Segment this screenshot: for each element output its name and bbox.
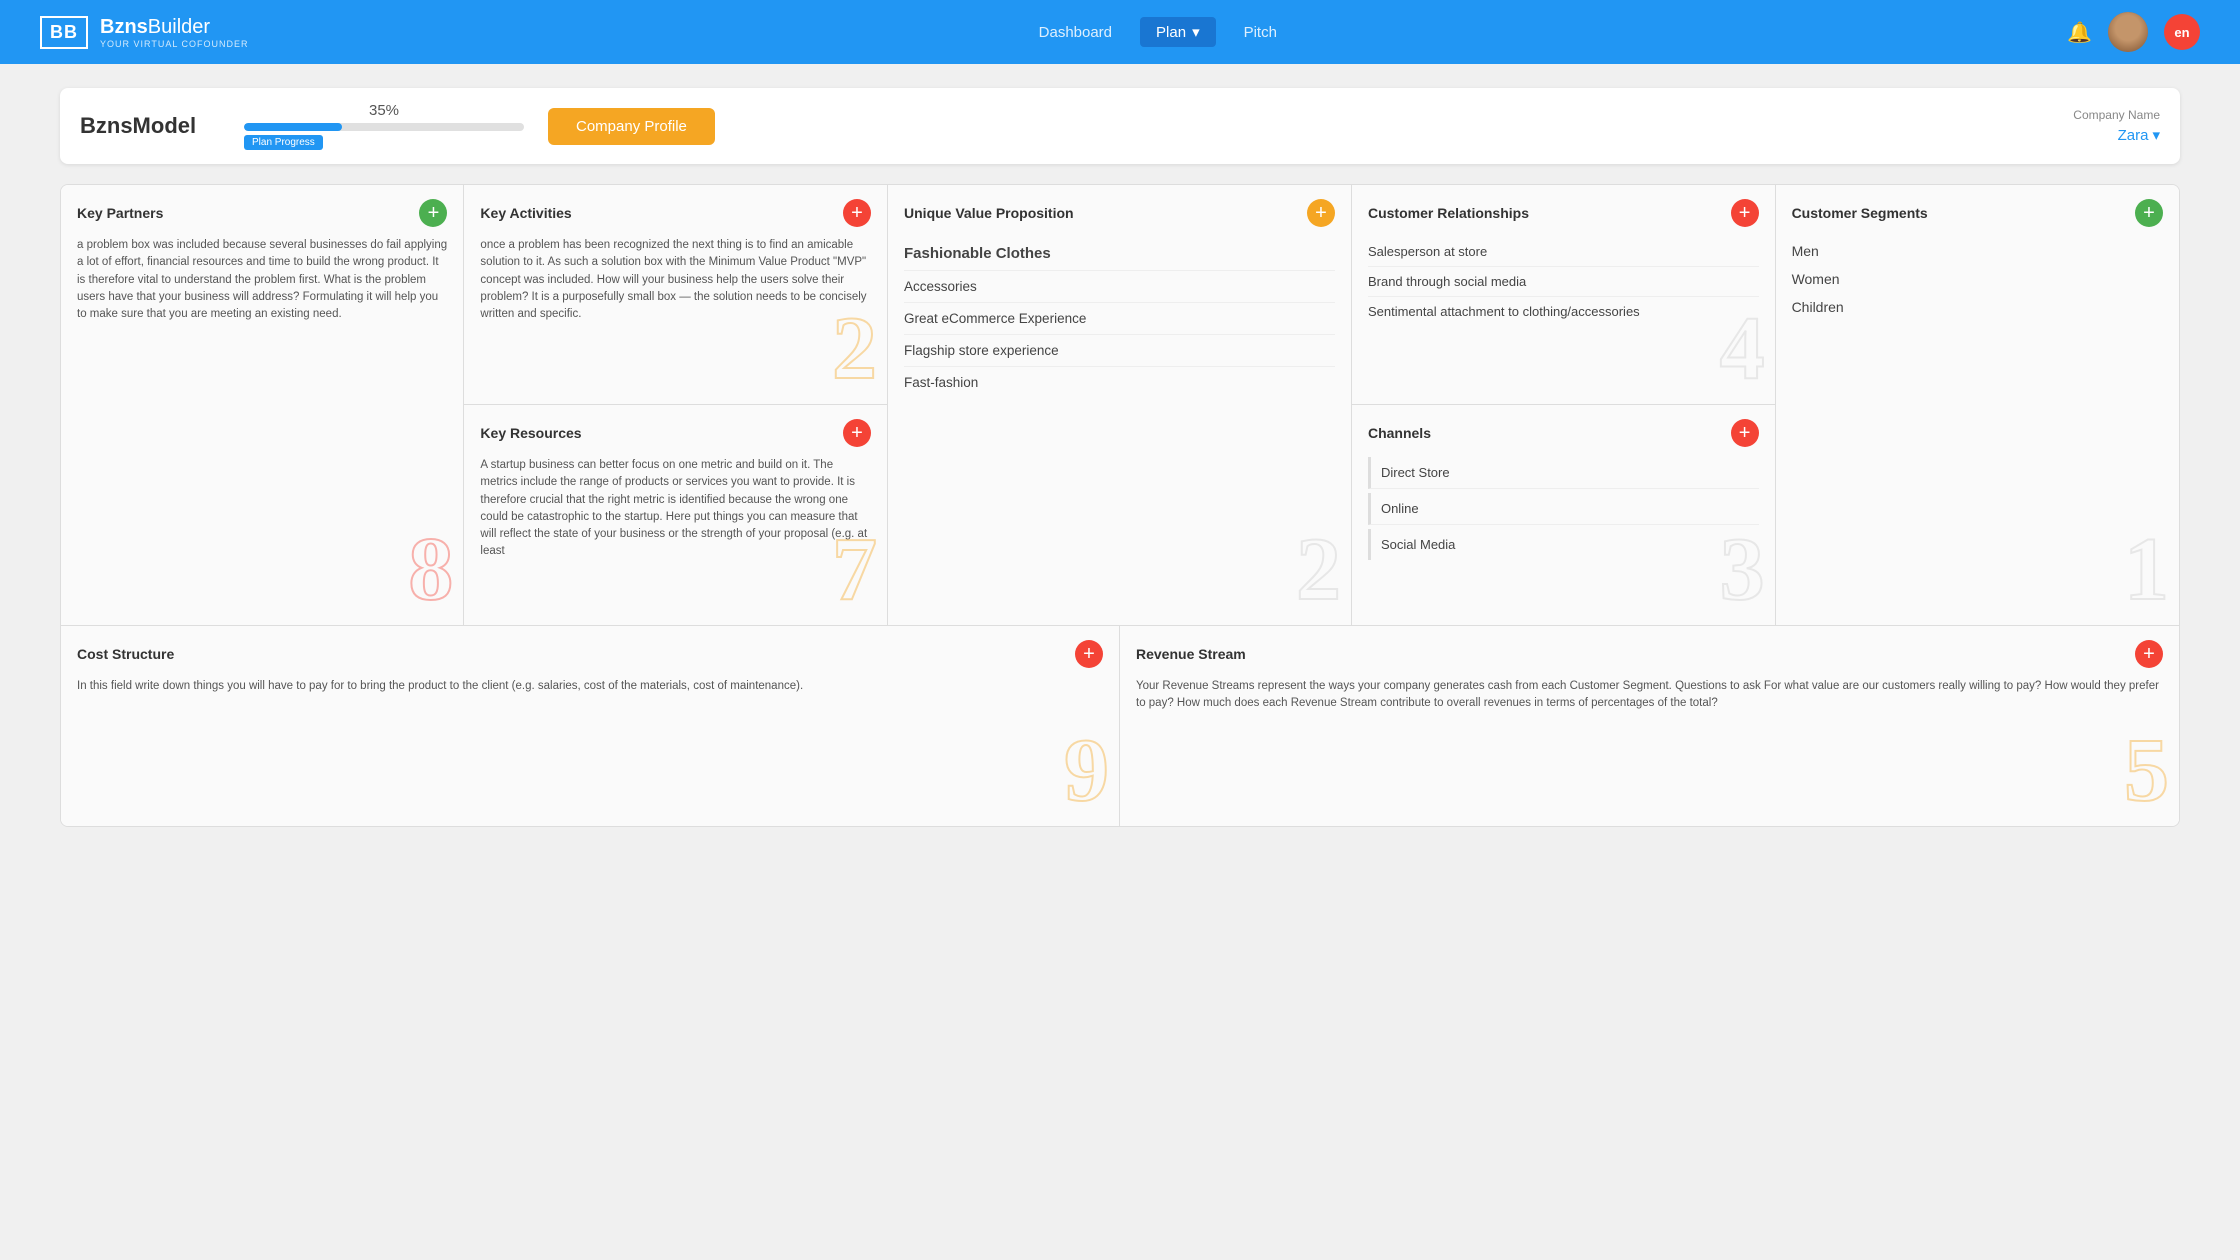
uvp-header: Unique Value Proposition +: [904, 199, 1335, 227]
company-profile-button[interactable]: Company Profile: [548, 108, 715, 145]
notification-bell-icon[interactable]: 🔔: [2067, 20, 2092, 45]
channel-item-direct[interactable]: Direct Store: [1368, 457, 1759, 489]
key-activities-add-button[interactable]: +: [843, 199, 871, 227]
cs-header: Customer Segments +: [1792, 199, 2163, 227]
channel-item-online[interactable]: Online: [1368, 493, 1759, 525]
key-resources-add-button[interactable]: +: [843, 419, 871, 447]
avatar[interactable]: [2108, 12, 2148, 52]
uvp-item-accessories[interactable]: Accessories: [904, 271, 1335, 303]
cr-title: Customer Relationships: [1368, 205, 1529, 221]
key-activities-text: once a problem has been recognized the n…: [480, 237, 871, 323]
cs-watermark: 1: [2124, 525, 2169, 615]
progress-section: 35% Plan Progress: [244, 102, 524, 150]
key-partners-cell: Key Partners + a problem box was include…: [61, 185, 464, 625]
uvp-add-button[interactable]: +: [1307, 199, 1335, 227]
key-resources-cell: Key Resources + A startup business can b…: [464, 405, 887, 625]
revenue-stream-watermark: 5: [2124, 726, 2169, 816]
key-resources-header: Key Resources +: [480, 419, 871, 447]
uvp-item-fastfashion[interactable]: Fast-fashion: [904, 367, 1335, 398]
logo-subtitle: YOUR VIRTUAL COFOUNDER: [100, 39, 249, 49]
progress-bar-fill: [244, 123, 342, 131]
cr-add-button[interactable]: +: [1731, 199, 1759, 227]
revenue-stream-text: Your Revenue Streams represent the ways …: [1136, 678, 2163, 713]
logo-initials: BB: [40, 16, 88, 49]
top-bar: BznsModel 35% Plan Progress Company Prof…: [60, 88, 2180, 164]
key-partners-text: a problem box was included because sever…: [77, 237, 447, 323]
page-title: BznsModel: [80, 113, 220, 139]
cr-header: Customer Relationships +: [1368, 199, 1759, 227]
progress-percent: 35%: [369, 102, 399, 119]
cs-item-women[interactable]: Women: [1792, 265, 2163, 293]
cs-item-men[interactable]: Men: [1792, 237, 2163, 265]
cost-structure-text: In this field write down things you will…: [77, 678, 1103, 695]
uvp-title: Unique Value Proposition: [904, 205, 1074, 221]
company-name-section: Company Name Zara ▾: [2073, 108, 2160, 144]
canvas-right-col: Customer Relationships + Salesperson at …: [1352, 185, 1776, 625]
channels-title: Channels: [1368, 425, 1431, 441]
key-partners-watermark: 8: [408, 525, 453, 615]
cr-item-salesperson[interactable]: Salesperson at store: [1368, 237, 1759, 267]
language-badge[interactable]: en: [2164, 14, 2200, 50]
nav-dashboard[interactable]: Dashboard: [1031, 20, 1120, 45]
canvas-bottom-row: Cost Structure + In this field write dow…: [61, 626, 2179, 826]
uvp-cell: Unique Value Proposition + Fashionable C…: [888, 185, 1352, 625]
revenue-stream-header: Revenue Stream +: [1136, 640, 2163, 668]
uvp-item-fashionable[interactable]: Fashionable Clothes: [904, 237, 1335, 271]
uvp-item-ecommerce[interactable]: Great eCommerce Experience: [904, 303, 1335, 335]
cs-item-children[interactable]: Children: [1792, 293, 2163, 321]
company-name-label: Company Name: [2073, 108, 2160, 122]
logo-area: BB BznsBuilder YOUR VIRTUAL COFOUNDER: [40, 16, 249, 49]
channels-cell: Channels + Direct Store Online Social Me…: [1352, 405, 1775, 625]
cs-items: Men Women Children: [1792, 237, 2163, 321]
key-partners-header: Key Partners +: [77, 199, 447, 227]
channels-header: Channels +: [1368, 419, 1759, 447]
channel-list: Direct Store Online Social Media: [1368, 457, 1759, 560]
cr-item-brand[interactable]: Brand through social media: [1368, 267, 1759, 297]
logo-brand: BznsBuilder: [100, 16, 249, 39]
uvp-item-flagship[interactable]: Flagship store experience: [904, 335, 1335, 367]
key-resources-text: A startup business can better focus on o…: [480, 457, 871, 561]
uvp-list: Fashionable Clothes Accessories Great eC…: [904, 237, 1335, 398]
key-partners-add-button[interactable]: +: [419, 199, 447, 227]
main-container: BznsModel 35% Plan Progress Company Prof…: [0, 64, 2240, 851]
uvp-watermark: 2: [1296, 525, 1341, 615]
key-partners-title: Key Partners: [77, 205, 163, 221]
nav-plan[interactable]: Plan ▾: [1140, 17, 1216, 47]
nav-right: 🔔 en: [2067, 12, 2200, 52]
key-activities-title: Key Activities: [480, 205, 571, 221]
cr-item-sentimental[interactable]: Sentimental attachment to clothing/acces…: [1368, 297, 1759, 326]
progress-label: Plan Progress: [244, 135, 323, 150]
company-name-arrow-icon: ▾: [2152, 126, 2160, 144]
cost-structure-watermark: 9: [1064, 726, 1109, 816]
revenue-stream-add-button[interactable]: +: [2135, 640, 2163, 668]
canvas-top-area: Key Partners + a problem box was include…: [61, 185, 2179, 626]
app-header: BB BznsBuilder YOUR VIRTUAL COFOUNDER Da…: [0, 0, 2240, 64]
revenue-stream-title: Revenue Stream: [1136, 646, 1246, 662]
main-nav: Dashboard Plan ▾ Pitch: [1031, 17, 1285, 47]
key-resources-title: Key Resources: [480, 425, 581, 441]
cost-structure-add-button[interactable]: +: [1075, 640, 1103, 668]
revenue-stream-cell: Revenue Stream + Your Revenue Streams re…: [1120, 626, 2179, 826]
progress-bar-wrap: [244, 123, 524, 131]
canvas-mid-col: Key Activities + once a problem has been…: [464, 185, 888, 625]
avatar-image: [2108, 12, 2148, 52]
cs-title: Customer Segments: [1792, 205, 1928, 221]
logo-text: BznsBuilder YOUR VIRTUAL COFOUNDER: [100, 16, 249, 49]
customer-segments-cell: Customer Segments + Men Women Children 1: [1776, 185, 2179, 625]
key-activities-cell: Key Activities + once a problem has been…: [464, 185, 887, 405]
channels-add-button[interactable]: +: [1731, 419, 1759, 447]
cost-structure-header: Cost Structure +: [77, 640, 1103, 668]
nav-pitch[interactable]: Pitch: [1236, 20, 1285, 45]
cost-structure-title: Cost Structure: [77, 646, 174, 662]
customer-relationships-cell: Customer Relationships + Salesperson at …: [1352, 185, 1775, 405]
cr-list: Salesperson at store Brand through socia…: [1368, 237, 1759, 326]
company-name-value: Zara: [2118, 127, 2149, 144]
cs-add-button[interactable]: +: [2135, 199, 2163, 227]
cost-structure-cell: Cost Structure + In this field write dow…: [61, 626, 1120, 826]
channel-item-social[interactable]: Social Media: [1368, 529, 1759, 560]
business-model-canvas: Key Partners + a problem box was include…: [60, 184, 2180, 827]
key-activities-header: Key Activities +: [480, 199, 871, 227]
company-name-dropdown[interactable]: Zara ▾: [2118, 126, 2160, 144]
